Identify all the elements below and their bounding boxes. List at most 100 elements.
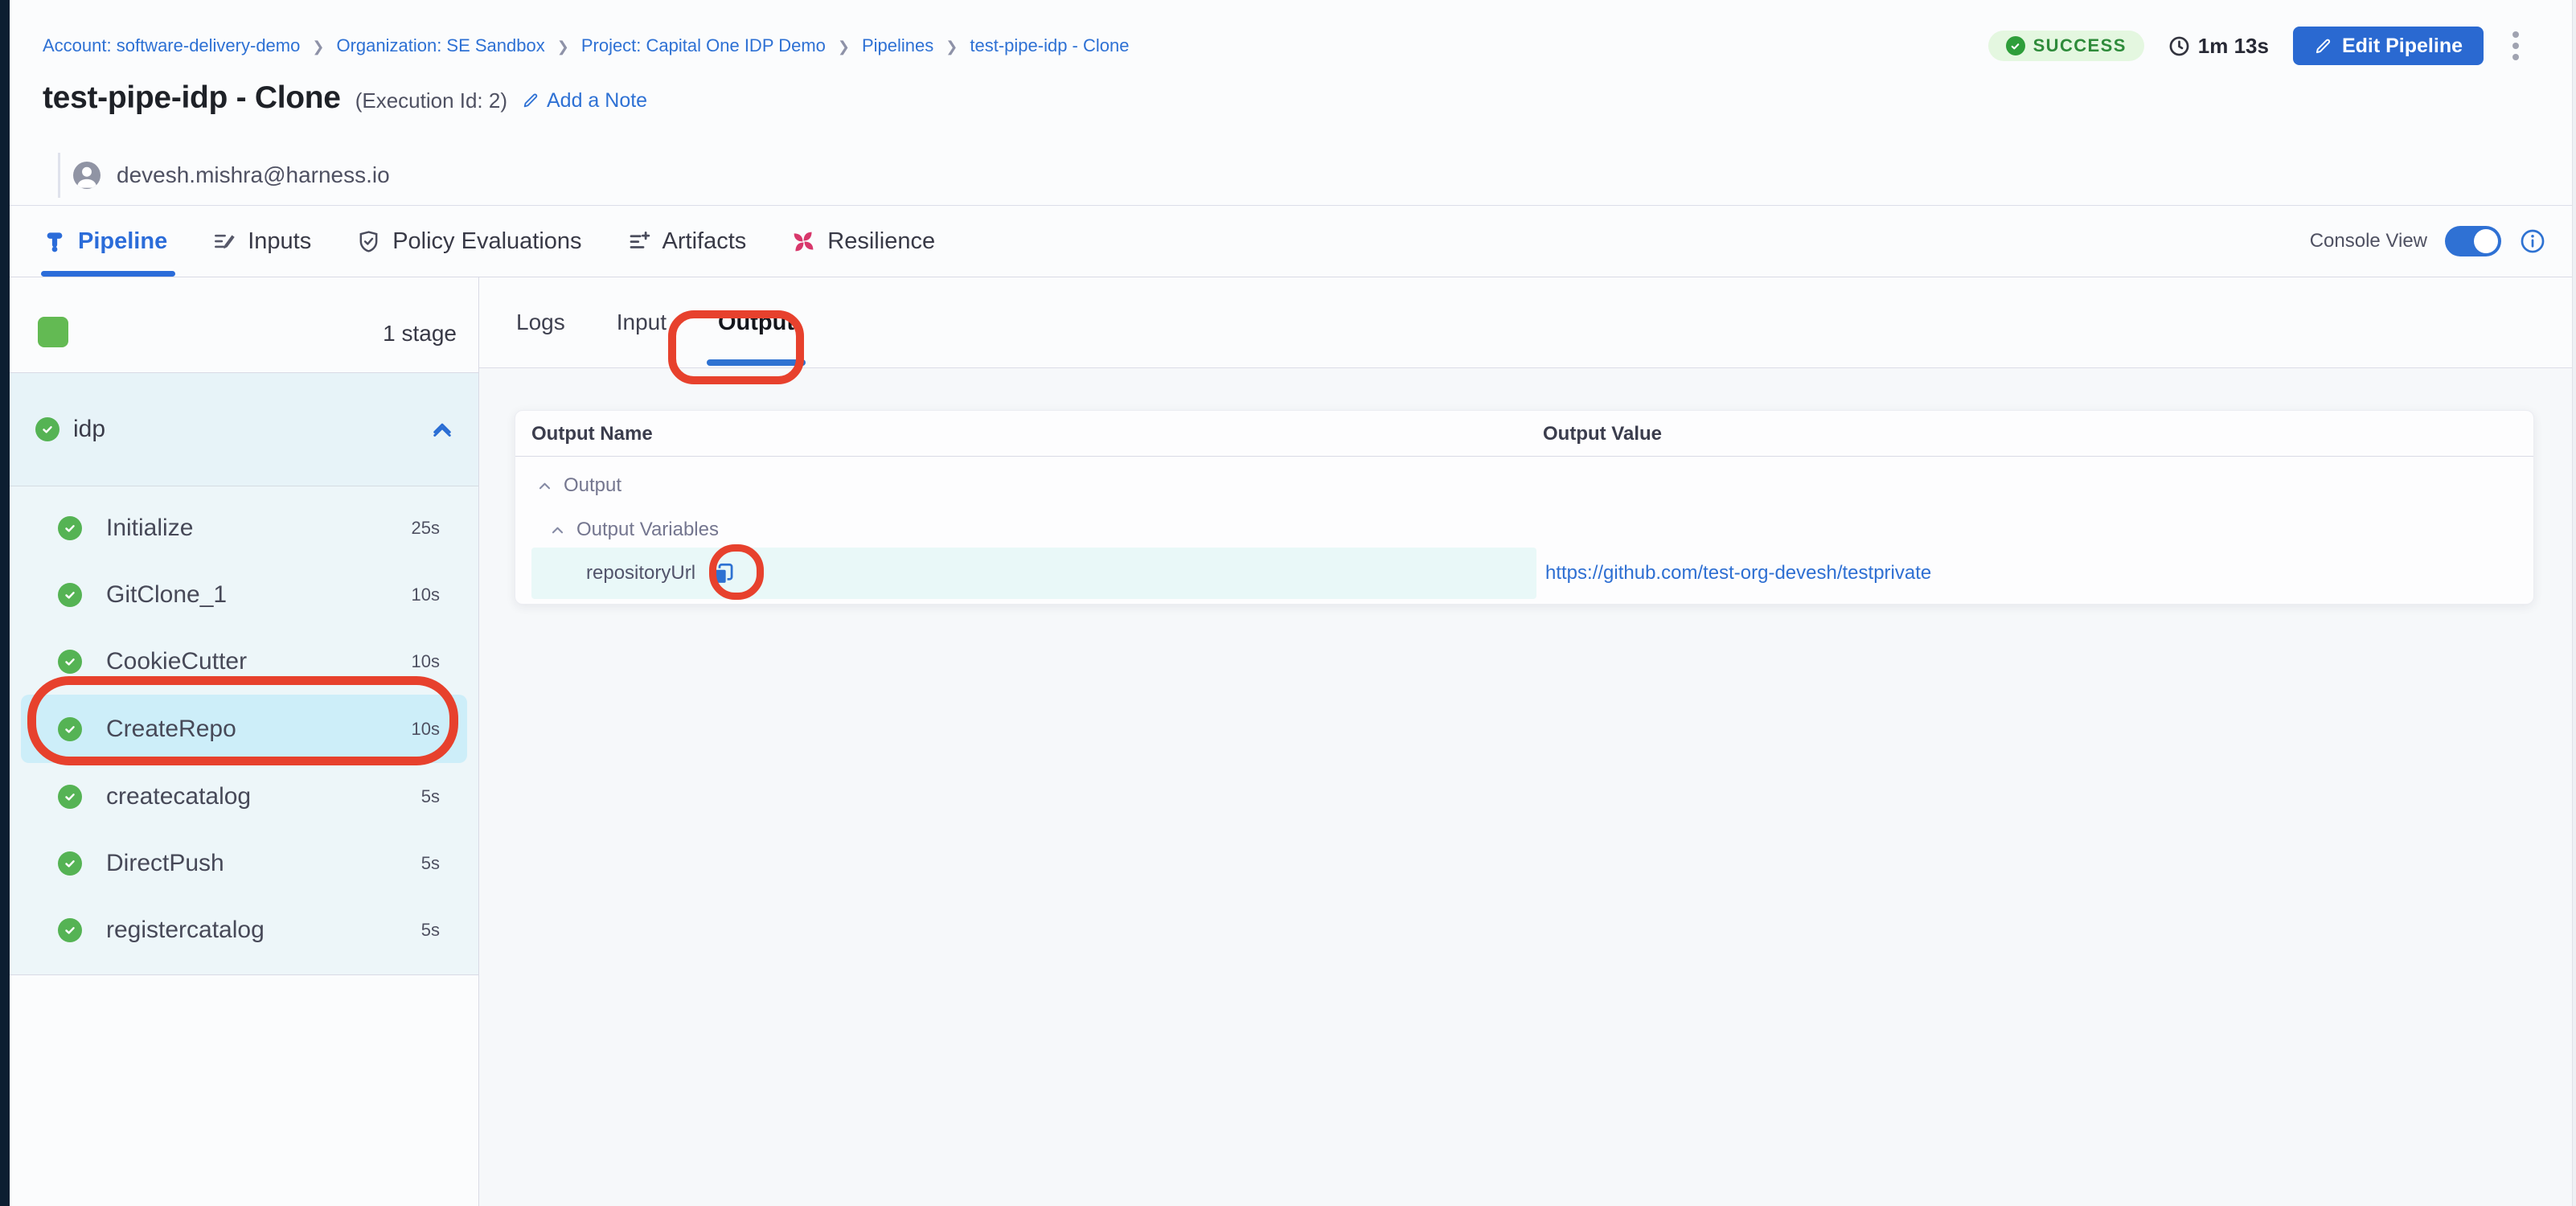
step-detail-tabs: Logs Input Output — [479, 277, 2572, 368]
tab-label: Output — [718, 310, 794, 336]
tab-label: Resilience — [827, 228, 935, 255]
resilience-icon — [791, 229, 816, 254]
user-email: devesh.mishra@harness.io — [117, 162, 390, 188]
tab-label: Inputs — [248, 228, 311, 255]
breadcrumb-organization[interactable]: Organization: SE Sandbox — [336, 35, 544, 56]
execution-tabbar: Pipeline Inputs Policy Evaluations Artif… — [10, 206, 2572, 277]
step-name: registercatalog — [106, 917, 265, 944]
column-output-name: Output Name — [531, 423, 653, 445]
group-output-variables[interactable]: Output Variables — [550, 519, 719, 541]
triggered-by-row: devesh.mishra@harness.io — [58, 153, 390, 198]
step-success-check-icon — [58, 583, 82, 607]
clock-icon — [2168, 35, 2190, 57]
tab-resilience[interactable]: Resilience — [791, 206, 935, 277]
step-success-check-icon — [58, 516, 82, 540]
step-name: CreateRepo — [106, 716, 236, 743]
stage-success-check-icon — [35, 417, 59, 441]
scrollbar-track[interactable] — [2572, 0, 2576, 1206]
tab-inputs[interactable]: Inputs — [212, 206, 311, 277]
stage-status-square — [38, 317, 68, 347]
edit-pipeline-label: Edit Pipeline — [2342, 35, 2463, 58]
pencil-icon — [2314, 37, 2332, 55]
breadcrumb-current-pipeline[interactable]: test-pipe-idp - Clone — [970, 35, 1129, 56]
header-actions: SUCCESS 1m 13s Edit Pipeline — [1988, 26, 2524, 66]
user-avatar-icon — [73, 162, 100, 189]
chevron-up-icon — [537, 478, 552, 494]
add-note-label: Add a Note — [547, 89, 647, 113]
step-detail-panel: Logs Input Output Output Name Output Val… — [479, 277, 2572, 1206]
step-duration: 5s — [421, 786, 440, 807]
console-view-label: Console View — [2310, 230, 2427, 252]
add-note-link[interactable]: Add a Note — [522, 89, 647, 113]
step-list: Initialize 25s GitClone_1 10s CookieCutt… — [10, 486, 478, 975]
column-output-value: Output Value — [1543, 423, 1662, 445]
step-duration: 10s — [412, 651, 440, 672]
chevron-up-icon — [550, 523, 565, 538]
step-row-directpush[interactable]: DirectPush 5s — [10, 830, 478, 896]
output-variable-row: repositoryUrl — [586, 548, 736, 599]
info-icon[interactable] — [2519, 228, 2546, 255]
step-name: createcatalog — [106, 783, 251, 810]
group-output[interactable]: Output — [537, 474, 621, 497]
execution-id: (Execution Id: 2) — [355, 88, 507, 113]
execution-header: Account: software-delivery-demo ❯ Organi… — [10, 0, 2572, 206]
breadcrumb-project[interactable]: Project: Capital One IDP Demo — [581, 35, 826, 56]
stage-name: idp — [73, 416, 105, 443]
breadcrumb-separator-icon: ❯ — [557, 39, 569, 55]
pipeline-icon — [43, 229, 67, 253]
repository-url: https://github.com/test-org-devesh/testp… — [1545, 562, 1931, 585]
step-success-check-icon — [58, 851, 82, 876]
shield-check-icon — [356, 229, 381, 254]
edit-pipeline-button[interactable]: Edit Pipeline — [2293, 27, 2484, 65]
collapsed-nav-strip — [0, 0, 10, 1206]
stage-summary-row: 1 stage — [10, 277, 478, 373]
breadcrumb-pipelines[interactable]: Pipelines — [862, 35, 933, 56]
step-row-registercatalog[interactable]: registercatalog 5s — [10, 896, 478, 963]
tab-label: Input — [617, 310, 667, 335]
step-row-createcatalog[interactable]: createcatalog 5s — [10, 763, 478, 830]
tab-input[interactable]: Input — [613, 277, 670, 367]
step-row-createrepo-selected[interactable]: CreateRepo 10s — [21, 695, 467, 763]
chevron-up-icon[interactable] — [430, 419, 454, 440]
tab-artifacts[interactable]: Artifacts — [627, 206, 747, 277]
step-row-gitclone[interactable]: GitClone_1 10s — [10, 561, 478, 628]
tab-output[interactable]: Output — [715, 277, 798, 367]
step-duration: 25s — [412, 518, 440, 539]
step-duration: 10s — [412, 585, 440, 605]
tab-label: Artifacts — [662, 228, 747, 255]
step-success-check-icon — [58, 785, 82, 809]
console-view-control: Console View — [2310, 226, 2546, 256]
tab-pipeline[interactable]: Pipeline — [43, 206, 167, 277]
breadcrumb-separator-icon: ❯ — [312, 39, 324, 55]
output-variable-name: repositoryUrl — [586, 562, 695, 585]
status-badge-label: SUCCESS — [2033, 35, 2127, 56]
success-check-icon — [2006, 36, 2025, 55]
step-row-initialize[interactable]: Initialize 25s — [10, 494, 478, 561]
status-badge: SUCCESS — [1988, 31, 2144, 61]
step-duration: 5s — [421, 853, 440, 874]
execution-duration: 1m 13s — [2168, 34, 2269, 59]
more-options-icon[interactable] — [2508, 28, 2524, 64]
pipeline-execution-page: Account: software-delivery-demo ❯ Organi… — [0, 0, 2576, 1206]
tab-policy-evaluations[interactable]: Policy Evaluations — [356, 206, 581, 277]
step-name: CookieCutter — [106, 648, 247, 675]
breadcrumb-account[interactable]: Account: software-delivery-demo — [43, 35, 300, 56]
console-view-toggle[interactable] — [2445, 226, 2501, 256]
tab-label: Logs — [516, 310, 565, 335]
group-label: Output Variables — [576, 519, 719, 541]
copy-icon[interactable] — [710, 560, 736, 587]
breadcrumb-separator-icon: ❯ — [838, 39, 850, 55]
step-duration: 10s — [412, 719, 440, 740]
pencil-icon — [522, 92, 539, 109]
output-variable-value-link[interactable]: https://github.com/test-org-devesh/testp… — [1545, 548, 1931, 599]
stage-item-idp[interactable]: idp — [10, 373, 478, 486]
step-success-check-icon — [58, 717, 82, 741]
output-table-header: Output Name Output Value — [515, 411, 2533, 457]
step-name: DirectPush — [106, 850, 224, 877]
step-row-cookiecutter[interactable]: CookieCutter 10s — [10, 628, 478, 695]
tab-label: Policy Evaluations — [392, 228, 581, 255]
group-label: Output — [564, 474, 621, 497]
step-success-check-icon — [58, 918, 82, 942]
step-success-check-icon — [58, 650, 82, 674]
tab-logs[interactable]: Logs — [513, 277, 568, 367]
